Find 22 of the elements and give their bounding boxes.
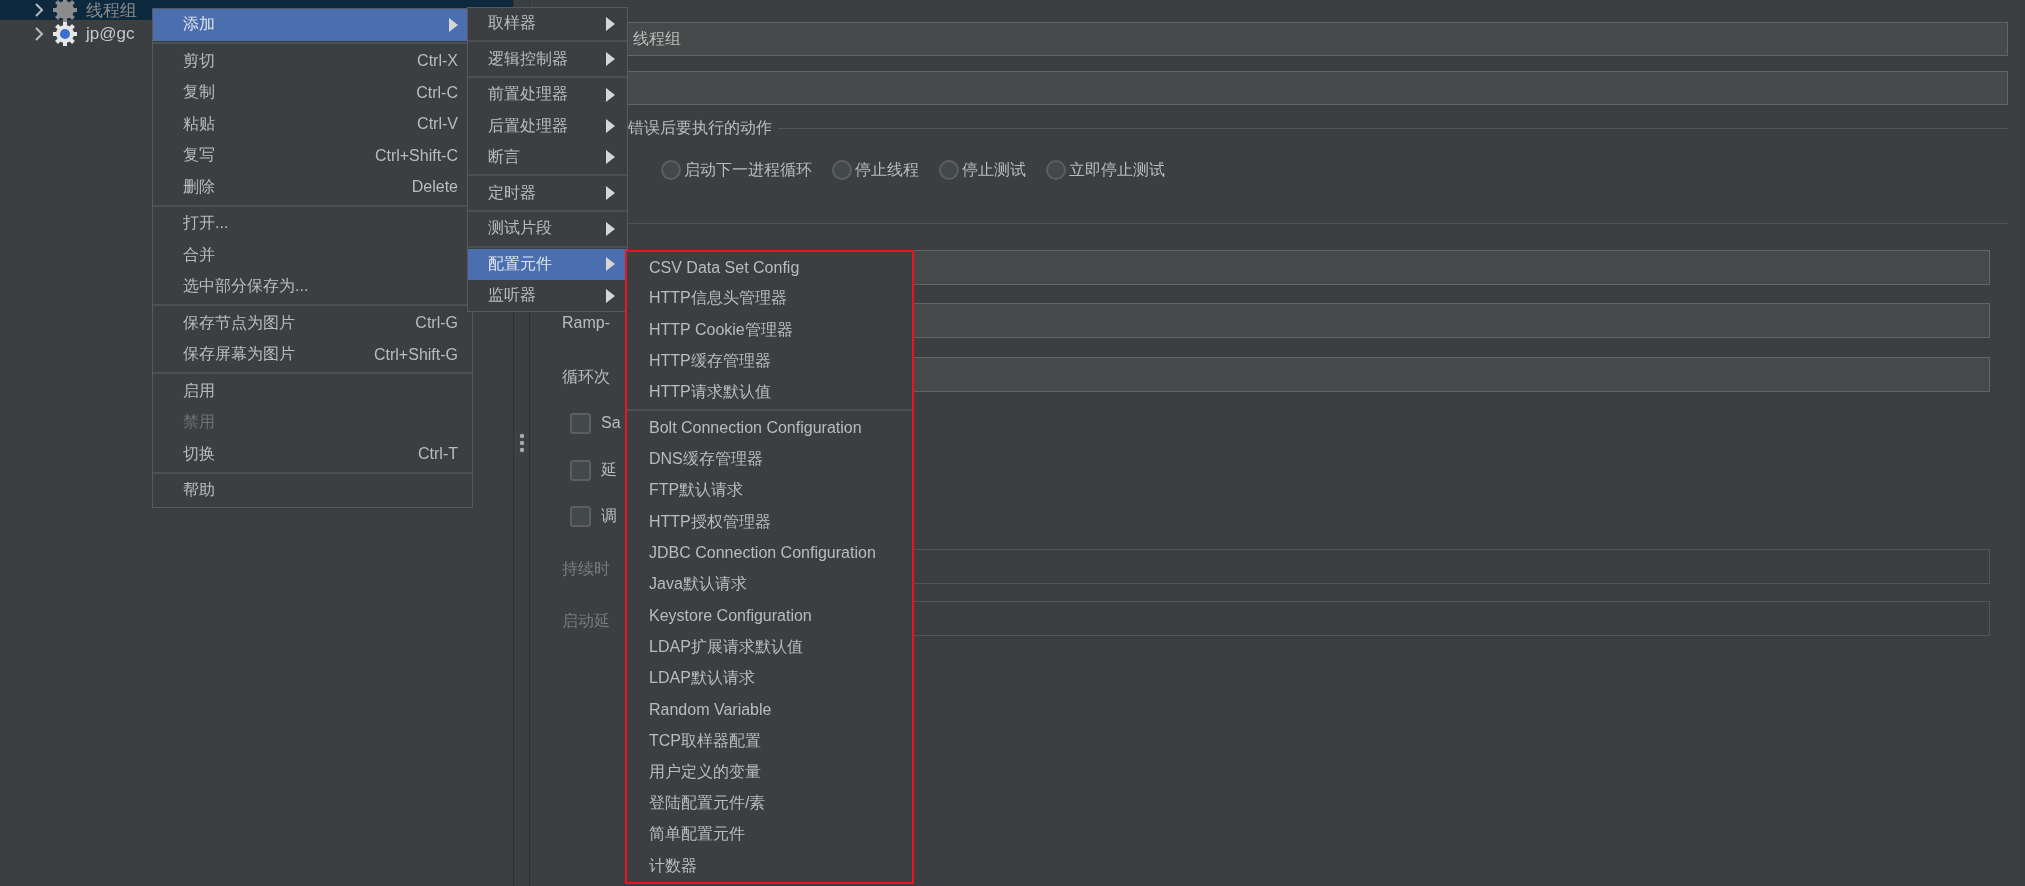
radio-label: 启动下一进程循环 — [684, 159, 812, 180]
shortcut-text: Ctrl-X — [417, 52, 458, 71]
shortcut-text: Ctrl+Shift-G — [374, 345, 458, 364]
shortcut-text: Ctrl-C — [416, 83, 458, 102]
shortcut-text: Ctrl-V — [417, 115, 458, 134]
radio-label: 停止线程 — [855, 159, 919, 180]
radio-label: 停止测试 — [962, 159, 1026, 180]
tree-label: jp@gc — [86, 24, 135, 44]
checkbox-label: 延 — [601, 459, 617, 480]
checkbox-label: Sa — [601, 414, 621, 432]
checkbox-label: 调 — [601, 505, 617, 526]
shortcut-text: Ctrl-T — [418, 445, 458, 464]
group-legend: 错误后要执行的动作 — [628, 117, 772, 139]
tree-label: 线程组 — [86, 0, 137, 22]
shortcut-text: Ctrl-G — [415, 314, 458, 333]
radio-label: 立即停止测试 — [1069, 159, 1165, 180]
field-label: 循环次 — [562, 369, 610, 385]
field-label: 启动延 — [562, 613, 610, 629]
shortcut-text: Ctrl+Shift-C — [374, 146, 458, 165]
shortcut-text: Delete — [411, 178, 458, 197]
field-label: 持续时 — [562, 561, 610, 577]
field-label: Ramp- — [562, 315, 610, 331]
